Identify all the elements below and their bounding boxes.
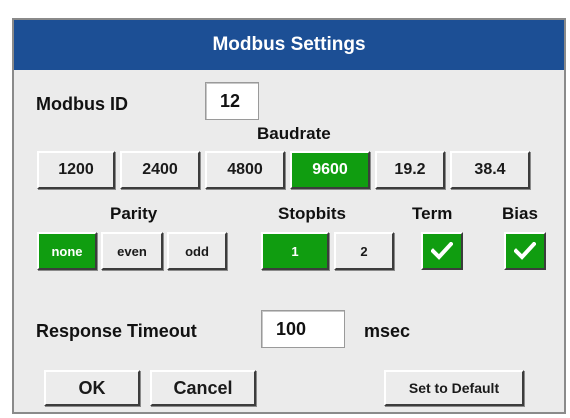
- term-checkbox[interactable]: [421, 232, 463, 270]
- modbus-id-label: Modbus ID: [36, 94, 128, 114]
- parity-option-none[interactable]: none: [37, 232, 97, 270]
- parity-label: Parity: [110, 204, 158, 223]
- bias-label: Bias: [502, 204, 538, 223]
- checkmark-icon: [514, 242, 536, 260]
- modbus-id-field[interactable]: 12: [205, 82, 259, 120]
- response-timeout-unit: msec: [364, 321, 411, 341]
- response-timeout-field[interactable]: 100: [261, 310, 345, 348]
- cancel-button[interactable]: Cancel: [150, 370, 256, 406]
- stopbits-option-2[interactable]: 2: [334, 232, 394, 270]
- baudrate-label: Baudrate: [257, 124, 331, 143]
- window-title: Modbus Settings: [14, 20, 564, 70]
- parity-option-odd[interactable]: odd: [167, 232, 227, 270]
- stopbits-option-1[interactable]: 1: [261, 232, 329, 270]
- baudrate-option-38-4[interactable]: 38.4: [450, 151, 530, 189]
- ok-button[interactable]: OK: [44, 370, 140, 406]
- term-label: Term: [412, 204, 453, 223]
- baudrate-option-2400[interactable]: 2400: [120, 151, 200, 189]
- bias-checkbox[interactable]: [504, 232, 546, 270]
- stopbits-label: Stopbits: [278, 204, 346, 223]
- parity-option-even[interactable]: even: [101, 232, 163, 270]
- modbus-settings-window: Modbus Settings Modbus ID 12 Baudrate 12…: [12, 18, 566, 414]
- baudrate-option-1200[interactable]: 1200: [37, 151, 115, 189]
- set-to-default-button[interactable]: Set to Default: [384, 370, 524, 406]
- baudrate-option-4800[interactable]: 4800: [205, 151, 285, 189]
- checkmark-icon: [431, 242, 453, 260]
- response-timeout-label: Response Timeout: [36, 321, 197, 341]
- baudrate-option-9600[interactable]: 9600: [290, 151, 370, 189]
- baudrate-option-19-2[interactable]: 19.2: [375, 151, 445, 189]
